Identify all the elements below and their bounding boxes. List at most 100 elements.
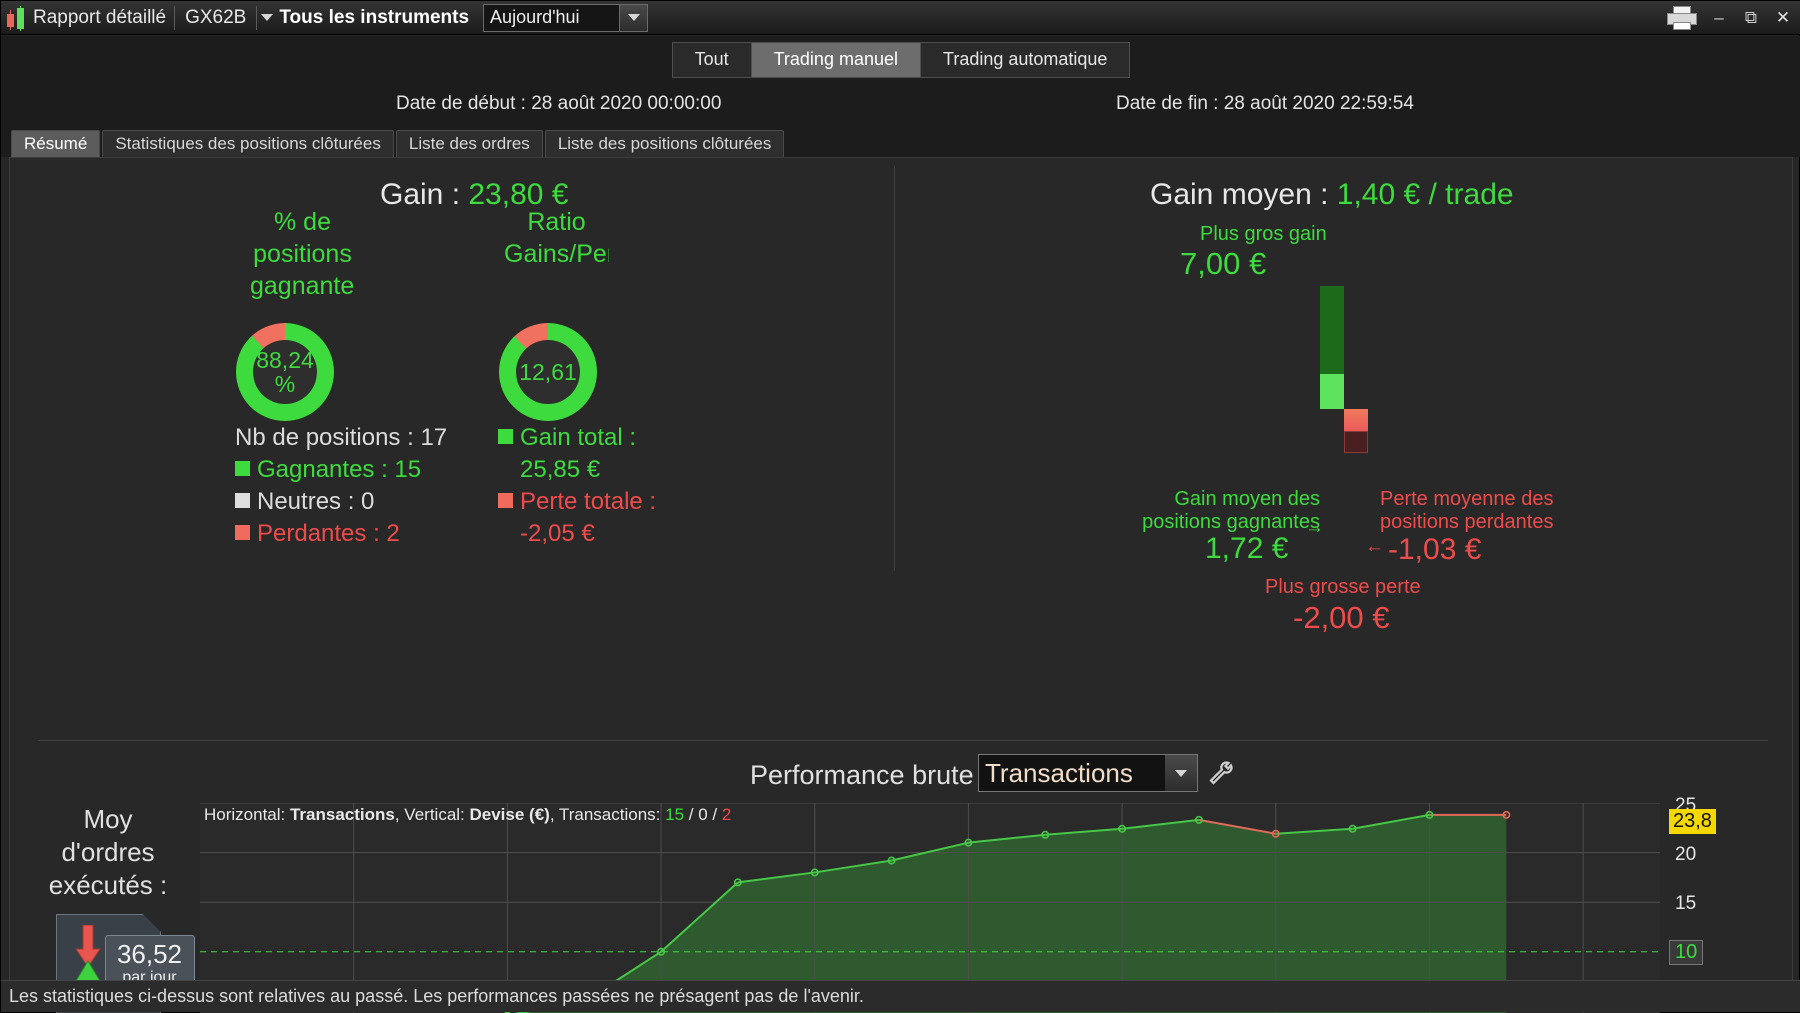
chart-mode-value: Transactions bbox=[985, 758, 1133, 789]
avg-orders-label-1: Moy bbox=[28, 803, 188, 836]
chart-legend: Horizontal: Transactions, Vertical: Devi… bbox=[204, 805, 731, 825]
legend-marker-red bbox=[498, 493, 513, 508]
trading-mode-bar: Tout Trading manuel Trading automatique bbox=[1, 36, 1800, 83]
avg-orders-label-2: d'ordres bbox=[28, 836, 188, 869]
stat-value: 25,85 € bbox=[520, 456, 600, 483]
tab-liste-positions-cloturees[interactable]: Liste des positions clôturées bbox=[545, 130, 785, 157]
win-rate-number: 88,24 bbox=[256, 348, 314, 372]
minimize-button[interactable]: – bbox=[1709, 8, 1729, 28]
maximize-button[interactable]: ⧉ bbox=[1741, 8, 1761, 28]
end-date-label: Date de fin : 28 août 2020 22:59:54 bbox=[1116, 93, 1414, 115]
average-loss-bar bbox=[1344, 409, 1368, 431]
report-content-panel: Gain : 23,80 € % de positions gagnantes … bbox=[9, 157, 1793, 982]
app-logo-icon bbox=[5, 6, 31, 30]
average-loss-value: -1,03 € bbox=[1388, 533, 1481, 567]
average-win-value: 1,72 € bbox=[1205, 532, 1288, 566]
mode-tab-tout[interactable]: Tout bbox=[673, 43, 752, 77]
date-range-bar: Date de début : 28 août 2020 00:00:00 Da… bbox=[1, 83, 1800, 129]
title-bar: Rapport détaillé GX62B Tous les instrume… bbox=[1, 1, 1800, 35]
mode-tab-trading-automatique[interactable]: Trading automatique bbox=[921, 43, 1129, 77]
biggest-gain-label: Plus gros gain bbox=[1200, 223, 1327, 246]
all-instruments-label: Tous les instruments bbox=[279, 7, 469, 29]
biggest-gain-bar bbox=[1320, 286, 1344, 374]
period-select[interactable]: Aujourd'hui bbox=[483, 4, 648, 32]
legend-suffix: , Transactions: bbox=[550, 805, 665, 824]
legend-marker-green bbox=[235, 461, 250, 476]
average-loss-label: Perte moyenne des positions perdantes bbox=[1380, 488, 1580, 534]
status-bar: Les statistiques ci-dessus sont relative… bbox=[1, 980, 1800, 1012]
status-bar-text: Les statistiques ci-dessus sont relative… bbox=[9, 986, 864, 1007]
arrow-right-icon: → bbox=[1305, 517, 1324, 539]
detailed-report-window: Rapport détaillé GX62B Tous les instrume… bbox=[0, 0, 1800, 1013]
chevron-down-icon bbox=[1175, 770, 1187, 777]
biggest-loss-label: Plus grosse perte bbox=[1265, 576, 1421, 599]
list-item: Nb de positions : 17 bbox=[235, 422, 447, 454]
position-stats-list: Nb de positions : 17 Gagnantes : 15 Neut… bbox=[235, 422, 447, 550]
gain-loss-ratio-value: 12,61 bbox=[516, 340, 580, 404]
vertical-divider bbox=[894, 166, 895, 571]
gain-label: Gain : bbox=[380, 178, 468, 211]
stat-label: Nb de positions : 17 bbox=[235, 424, 447, 451]
legend-mid: , Vertical: bbox=[395, 805, 470, 824]
stat-label: Gain total : bbox=[520, 424, 636, 451]
win-rate-donut-value: 88,24 % bbox=[253, 340, 317, 404]
gain-loss-bar-graphic bbox=[1320, 286, 1380, 426]
chart-title: Performance brute bbox=[750, 760, 974, 791]
average-win-label: Gain moyen des positions gagnantes bbox=[1140, 488, 1320, 534]
gain-loss-ratio-number: 12,61 bbox=[519, 360, 577, 384]
legend-h-value: Transactions bbox=[290, 805, 395, 824]
wrench-icon[interactable] bbox=[1206, 758, 1236, 788]
close-button[interactable]: ✕ bbox=[1773, 8, 1793, 28]
legend-marker-green bbox=[498, 429, 513, 444]
donut1-caption: % de positions gagnantes bbox=[250, 206, 355, 306]
donut2-caption: Ratio Gains/Pertes bbox=[504, 206, 609, 306]
chart-mode-dropdown-button[interactable] bbox=[1165, 755, 1197, 791]
tab-statistiques-positions-cloturees[interactable]: Statistiques des positions clôturées bbox=[102, 130, 394, 157]
all-instruments-dropdown[interactable]: Tous les instruments bbox=[257, 7, 477, 29]
avg-orders-value: 36,52 bbox=[106, 936, 194, 969]
totals-stats-list: Gain total : 25,85 € Perte totale : -2,0… bbox=[498, 422, 656, 550]
stat-label: Neutres : 0 bbox=[257, 488, 374, 515]
list-item: Perdantes : 2 bbox=[235, 518, 447, 550]
tab-resume[interactable]: Résumé bbox=[11, 130, 100, 157]
trading-mode-group: Tout Trading manuel Trading automatique bbox=[672, 42, 1131, 78]
tab-liste-des-ordres[interactable]: Liste des ordres bbox=[396, 130, 543, 157]
list-item: Gain total : bbox=[498, 422, 656, 454]
biggest-gain-value: 7,00 € bbox=[1180, 246, 1266, 282]
legend-v-value: Devise (€) bbox=[470, 805, 550, 824]
legend-h-prefix: Horizontal: bbox=[204, 805, 290, 824]
legend-wins: 15 bbox=[665, 805, 684, 824]
legend-neutral: 0 bbox=[698, 805, 707, 824]
y-tick-20: 20 bbox=[1675, 844, 1696, 866]
period-dropdown-button[interactable] bbox=[619, 5, 647, 31]
start-date-label: Date de début : 28 août 2020 00:00:00 bbox=[396, 93, 721, 115]
legend-marker-white bbox=[235, 493, 250, 508]
report-tabs: Résumé Statistiques des positions clôtur… bbox=[1, 129, 1800, 157]
legend-losses: 2 bbox=[722, 805, 731, 824]
chevron-down-icon bbox=[261, 14, 273, 21]
stat-label: Perdantes : 2 bbox=[257, 520, 400, 547]
y-tick-15: 15 bbox=[1675, 893, 1696, 915]
period-value: Aujourd'hui bbox=[490, 7, 580, 28]
list-item: Perte totale : bbox=[498, 486, 656, 518]
list-item: -2,05 € bbox=[498, 518, 656, 550]
gain-loss-ratio-donut: 12,61 bbox=[499, 323, 597, 421]
horizontal-divider bbox=[38, 740, 1768, 741]
legend-marker-red bbox=[235, 525, 250, 540]
win-rate-unit: % bbox=[275, 372, 295, 396]
y-threshold-badge: 10 bbox=[1669, 940, 1703, 965]
stat-label: Gagnantes : 15 bbox=[257, 456, 421, 483]
avg-orders-label-3: exécutés : bbox=[28, 869, 188, 902]
stat-label: Perte totale : bbox=[520, 488, 656, 515]
mode-tab-trading-manuel[interactable]: Trading manuel bbox=[752, 43, 921, 77]
average-gain-headline: Gain moyen : 1,40 € / trade bbox=[1150, 178, 1514, 212]
window-controls: – ⧉ ✕ bbox=[1667, 5, 1800, 31]
list-item: Neutres : 0 bbox=[235, 486, 447, 518]
chevron-down-icon bbox=[628, 14, 640, 21]
chart-mode-select[interactable]: Transactions bbox=[978, 754, 1198, 792]
stat-value: -2,05 € bbox=[520, 520, 595, 547]
app-title: Rapport détaillé bbox=[31, 7, 174, 29]
arrow-left-icon: ← bbox=[1365, 536, 1384, 558]
list-item: Gagnantes : 15 bbox=[235, 454, 447, 486]
print-icon[interactable] bbox=[1667, 5, 1697, 31]
